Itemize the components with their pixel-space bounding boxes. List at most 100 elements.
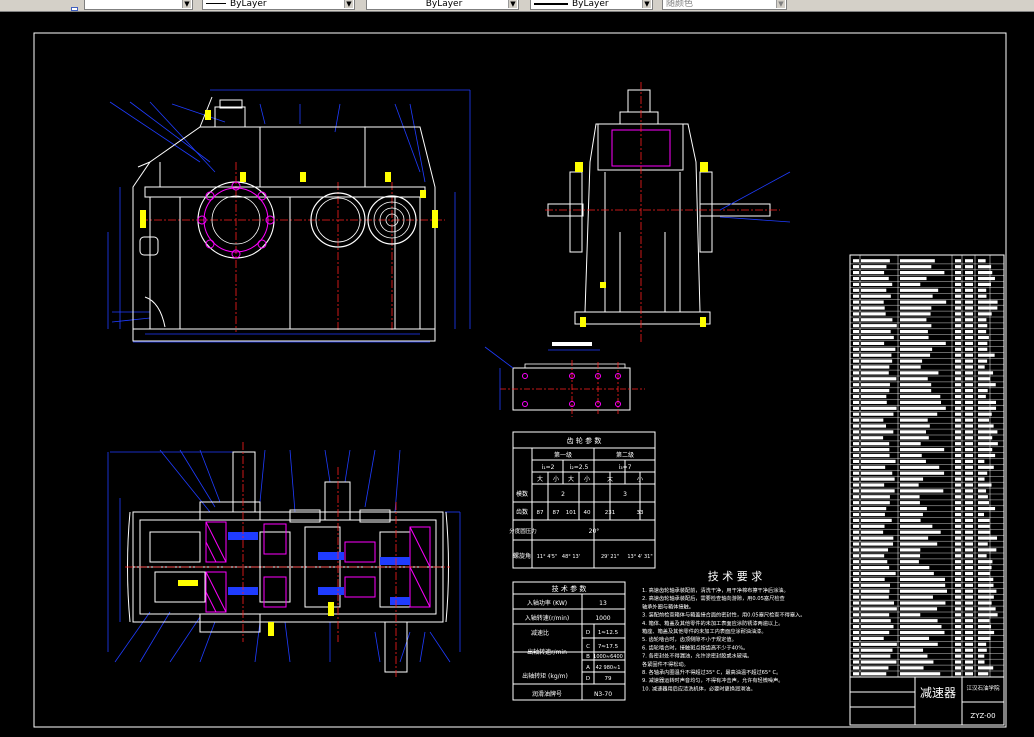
parts-list-row (850, 512, 1004, 518)
gear-params-pressure-label: 分度圆压力 (509, 527, 537, 535)
parts-list-row (850, 554, 1004, 560)
parts-list-row (850, 394, 1004, 400)
plan-section-view (107, 442, 461, 677)
tech-req-line: 各紧固件不得松动。 (642, 660, 689, 668)
svg-text:13° 4' 31": 13° 4' 31" (627, 554, 652, 560)
svg-text:润滑油牌号: 润滑油牌号 (532, 690, 562, 698)
base-view-centerlines (500, 360, 645, 417)
svg-text:出轴转速r/min: 出轴转速r/min (527, 648, 567, 656)
svg-text:42 980≈1: 42 980≈1 (596, 665, 621, 671)
gear-params-stage1: 第一级 (554, 451, 572, 459)
base-view-dimensions (484, 346, 514, 410)
gear-params-helix-label: 螺旋角 (513, 552, 531, 560)
gear-params-stage2: 第二级 (616, 451, 634, 459)
color-value: ByLayer (572, 0, 609, 9)
parts-list-row (850, 312, 1004, 318)
gear-params-i2: i₂=2.5 (570, 464, 589, 471)
side-view-centerlines (545, 82, 780, 342)
parts-list-row (850, 524, 1004, 530)
svg-text:出轴转矩 (kg/m): 出轴转矩 (kg/m) (522, 672, 568, 680)
svg-text:87: 87 (553, 510, 560, 516)
chevron-down-icon[interactable]: ▼ (344, 0, 353, 8)
side-view (545, 82, 791, 351)
svg-text:3: 3 (623, 491, 627, 498)
properties-toolbar: ▼ ByLayer ▼ ByLayer ▼ ByLayer ▼ 随颜色 ▼ (0, 0, 1034, 12)
parts-list-row (850, 530, 1004, 536)
parts-list-row (850, 483, 1004, 489)
layer-combobox[interactable]: ▼ (84, 0, 193, 10)
parts-list-row (850, 660, 1004, 666)
parts-list-row (850, 365, 1004, 371)
svg-text:1000: 1000 (595, 615, 610, 622)
plan-view-bearings (228, 532, 410, 605)
tech-req-line: 2. 高速齿轮轴承装配后，需要检查轴向游隙，用0.05塞尺检查 (642, 594, 785, 602)
base-plan-view (484, 342, 645, 417)
parts-list-row (850, 335, 1004, 341)
parts-list-row (850, 489, 1004, 495)
parts-list-row (850, 560, 1004, 565)
parts-list-row (850, 518, 1004, 524)
chevron-down-icon[interactable]: ▼ (508, 0, 517, 8)
parts-list-row (850, 318, 1004, 324)
svg-text:B: B (586, 654, 590, 660)
svg-text:33: 33 (637, 510, 644, 516)
gear-params-teeth-label: 齿数 (516, 508, 528, 516)
parts-list-row (850, 371, 1004, 377)
drawing-canvas[interactable]: 齿 轮 参 数 第一级 第二级 i₁=2 i₂=2.5 i₃=7 大 小 大 小… (0, 12, 1034, 737)
color-swatch-icon (534, 2, 568, 5)
svg-text:101: 101 (566, 510, 577, 516)
svg-text:2: 2 (561, 491, 565, 498)
svg-text:11° 4'5": 11° 4'5" (537, 554, 558, 560)
parts-list-row (850, 477, 1004, 483)
svg-text:13: 13 (599, 600, 607, 607)
gear-params-title: 齿 轮 参 数 (567, 436, 602, 445)
parts-list-row (850, 288, 1004, 294)
tech-req-line: 5. 齿轮啮合时，齿顶侧隙不小于规定值。 (642, 635, 737, 643)
tech-requirements: 技 术 要 求 1. 高速齿轮轴承装配前，清洗干净，用干净棉布擦干净后涂油。2.… (642, 570, 805, 692)
gearbox-housing (132, 96, 436, 342)
plotstyle-value: 随颜色 (666, 0, 694, 9)
parts-list-row (850, 507, 1004, 512)
parts-list-row (850, 282, 1004, 288)
parts-list-row (850, 595, 1004, 601)
parts-list-row (850, 571, 1004, 577)
parts-list-row (850, 306, 1004, 312)
parts-list-row (850, 501, 1004, 506)
color-combobox[interactable]: ByLayer ▼ (530, 0, 653, 10)
chevron-down-icon[interactable]: ▼ (182, 0, 191, 8)
parts-list-row (850, 377, 1004, 383)
parts-list-row (850, 412, 1004, 418)
tech-params-title: 技 术 参 数 (552, 584, 587, 593)
tech-req-lines: 1. 高速齿轮轴承装配前，清洗干净，用干净棉布擦干净后涂油。2. 高速齿轮轴承装… (642, 586, 805, 692)
lineweight-combobox[interactable]: ByLayer ▼ (366, 0, 519, 10)
tech-req-line: 3. 装配前检查箱体与箱盖接合面的密封性，用0.05塞尺检查不得塞入。 (642, 611, 805, 619)
tech-req-line: 6. 齿轮啮合时，接触斑点按齿高不少于40%。 (642, 643, 748, 651)
parts-list-row (850, 424, 1004, 430)
title-block-school: 江汉石油学院 (966, 684, 1000, 692)
parts-list-row (850, 672, 1004, 678)
linetype-combobox[interactable]: ByLayer ▼ (202, 0, 355, 10)
parts-list-row (850, 536, 1004, 542)
parts-list-row (850, 406, 1004, 412)
parts-list-row (850, 453, 1004, 459)
svg-text:48° 13': 48° 13' (562, 554, 580, 560)
gear-params-module-label: 模数 (516, 490, 528, 498)
tech-req-line: 轴承外圈与箱体接触。 (642, 602, 694, 610)
front-view-bolts (140, 110, 438, 228)
svg-text:79: 79 (605, 676, 612, 682)
svg-text:减速比: 减速比 (531, 629, 549, 637)
chevron-down-icon[interactable]: ▼ (642, 0, 651, 8)
plotstyle-combobox[interactable]: 随颜色 ▼ (662, 0, 787, 10)
parts-list-row (850, 383, 1004, 388)
side-view-bolts (575, 162, 708, 327)
parts-list-row (850, 577, 1004, 583)
gear-params-i1: i₁=2 (542, 464, 555, 471)
svg-text:1≈12.5: 1≈12.5 (598, 630, 619, 636)
parts-list-row (850, 613, 1004, 619)
chevron-down-icon[interactable]: ▼ (776, 0, 785, 8)
svg-text:D: D (586, 676, 590, 682)
layer-icon[interactable] (70, 0, 80, 11)
gear-params-text: 齿 轮 参 数 第一级 第二级 i₁=2 i₂=2.5 i₃=7 大 小 大 小… (509, 436, 652, 560)
parts-list-row (850, 400, 1004, 406)
tech-req-line: 4. 箱体、箱盖及其他零件的未加工表面应涂防锈漆两遍以上。 (642, 619, 783, 627)
